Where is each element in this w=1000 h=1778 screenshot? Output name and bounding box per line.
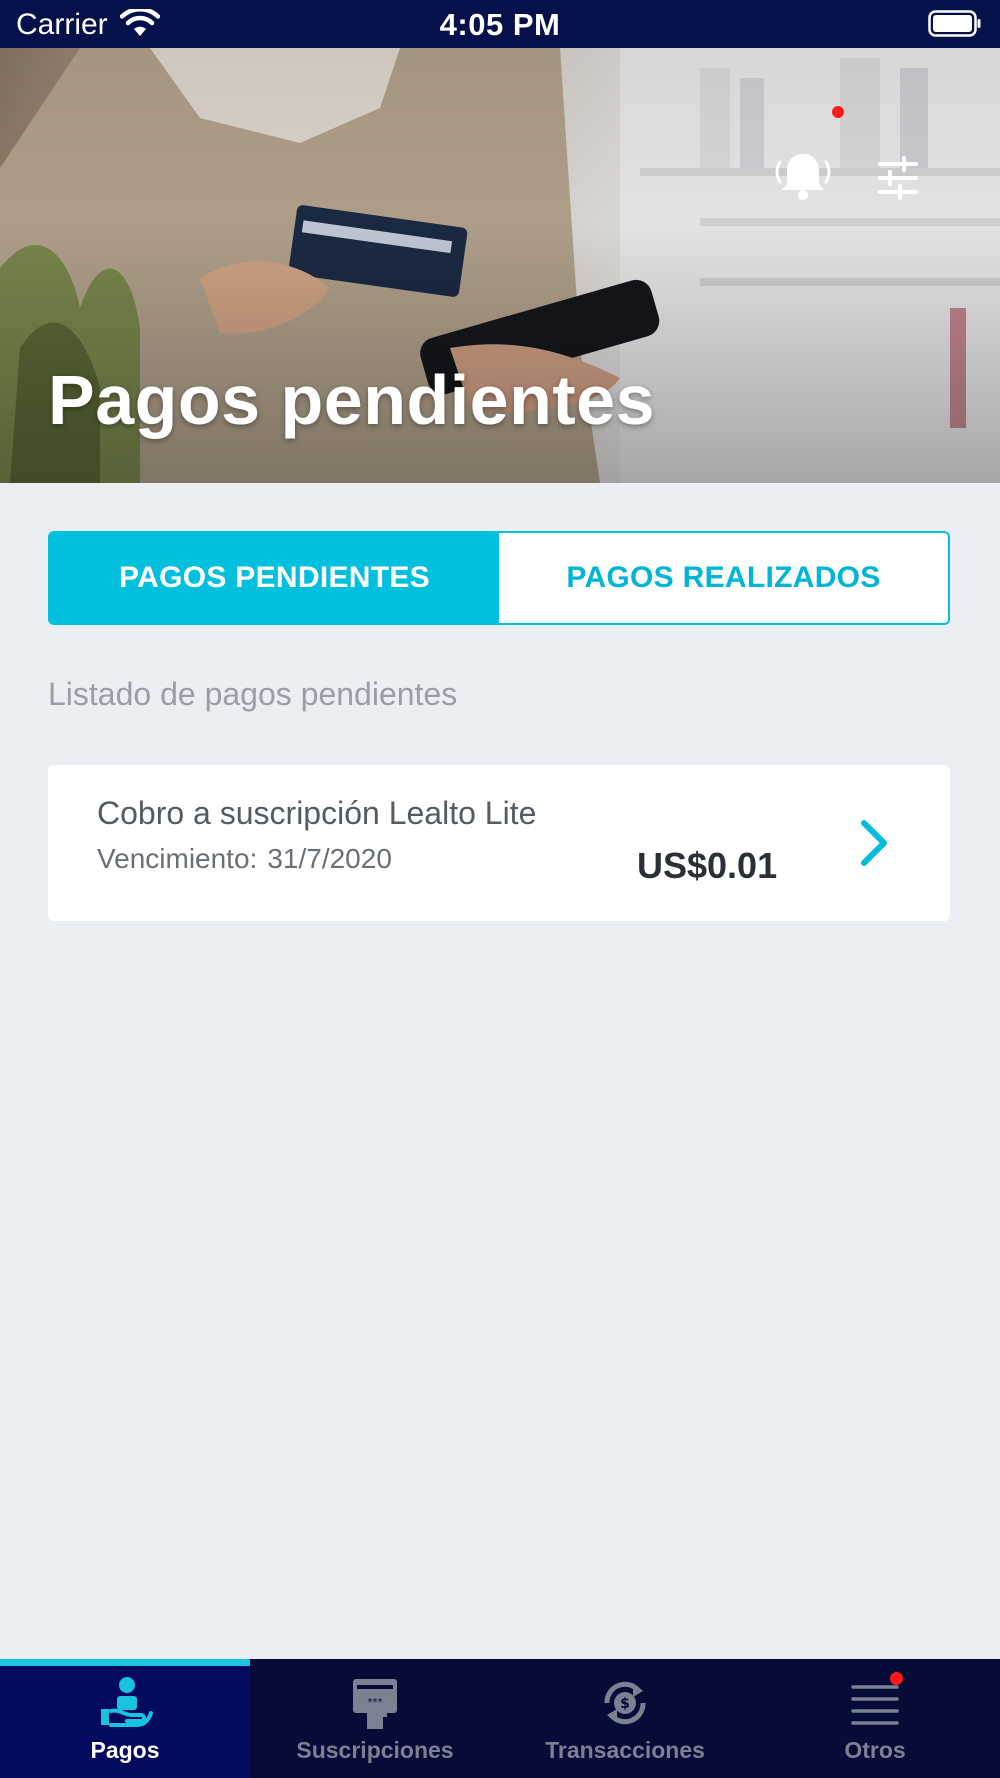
nav-label-transacciones: Transacciones [545, 1737, 705, 1763]
nav-otros[interactable]: Otros [750, 1659, 1000, 1778]
subscription-card-icon: *** [353, 1679, 397, 1729]
payment-amount: US$0.01 [637, 845, 778, 886]
due-label: Vencimiento: [97, 843, 258, 874]
tab-pagos-realizados[interactable]: PAGOS REALIZADOS [499, 533, 948, 623]
dollar-cycle-icon: $ [604, 1681, 646, 1725]
notification-bell-icon[interactable] [772, 148, 834, 204]
svg-text:$: $ [620, 1696, 630, 1712]
battery-icon [928, 10, 981, 37]
hand-payment-icon [101, 1677, 153, 1727]
list-heading: Listado de pagos pendientes [48, 676, 458, 712]
filter-sliders-icon[interactable] [876, 156, 920, 200]
pending-payment-item[interactable]: Cobro a suscripción Lealto Lite Vencimie… [48, 765, 950, 921]
nav-pagos[interactable]: Pagos [0, 1659, 250, 1778]
nav-label-otros: Otros [844, 1737, 906, 1763]
notification-dot [832, 106, 844, 118]
nav-transacciones[interactable]: $ Transacciones [500, 1659, 750, 1778]
tab-pagos-pendientes[interactable]: PAGOS PENDIENTES [50, 533, 499, 623]
nav-label-pagos: Pagos [90, 1737, 160, 1763]
nav-label-suscripciones: Suscripciones [296, 1737, 454, 1763]
status-bar: Carrier 4:05 PM [0, 0, 1000, 48]
nav-suscripciones[interactable]: *** Suscripciones [250, 1659, 500, 1778]
svg-text:***: *** [368, 1697, 383, 1708]
payment-title: Cobro a suscripción Lealto Lite [97, 795, 537, 831]
due-date: 31/7/2020 [267, 843, 392, 874]
page-title: Pagos pendientes [48, 361, 656, 439]
otros-notification-dot [890, 1672, 903, 1685]
bottom-nav: Pagos *** Suscripciones $ Transacciones [0, 1659, 1000, 1778]
chevron-right-icon[interactable] [856, 817, 892, 869]
clock: 4:05 PM [439, 7, 561, 42]
hero-banner: Pagos pendientes [0, 48, 1000, 483]
payment-tabs: PAGOS PENDIENTES PAGOS REALIZADOS [48, 531, 950, 625]
payment-due: Vencimiento: 31/7/2020 [97, 843, 402, 875]
